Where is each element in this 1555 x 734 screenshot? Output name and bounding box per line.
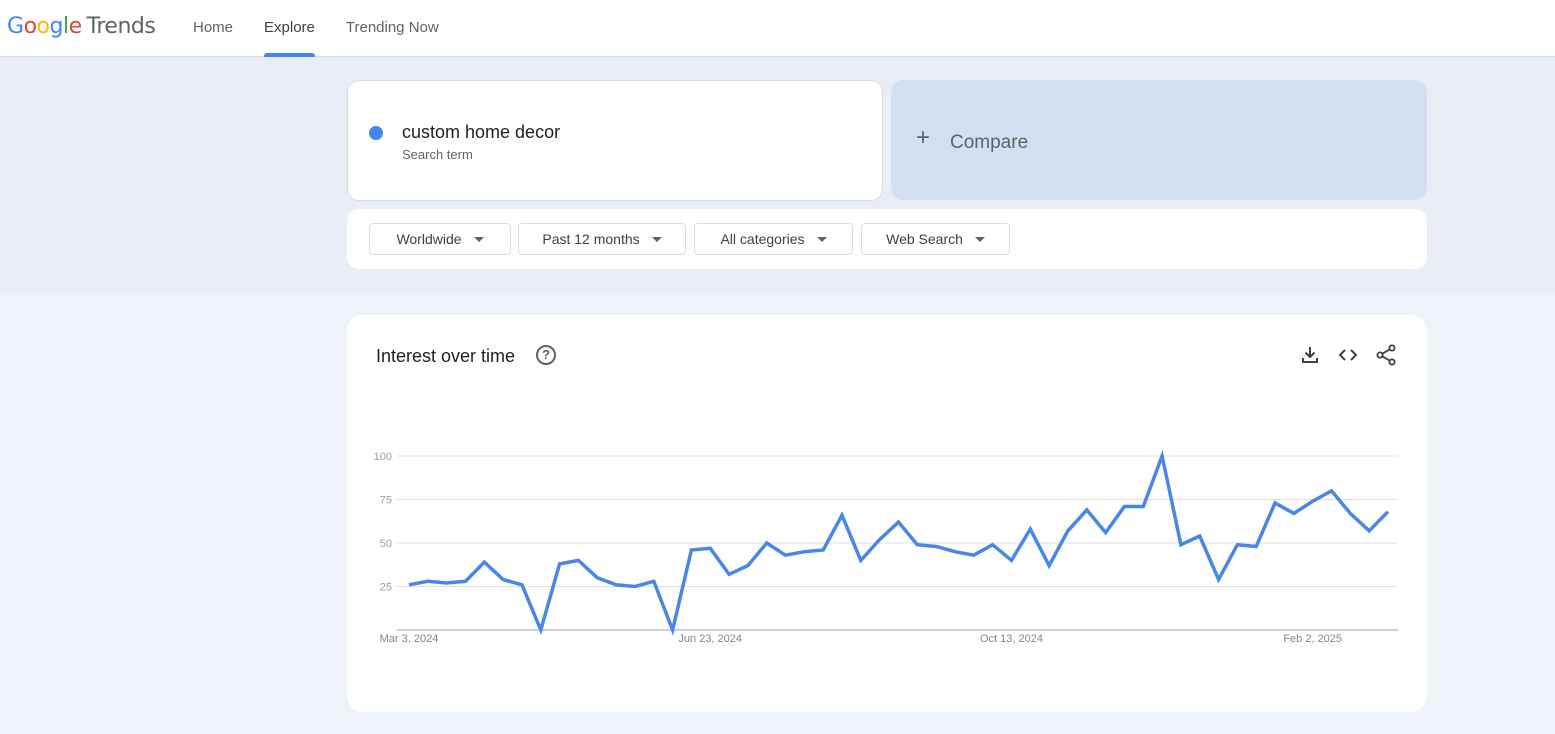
top-app-bar: Google Trends Home Explore Trending Now bbox=[0, 0, 1555, 57]
dropdown-arrow-icon bbox=[651, 236, 662, 242]
dropdown-arrow-icon bbox=[974, 236, 985, 242]
x-tick-label: Jun 23, 2024 bbox=[678, 633, 742, 645]
search-term-card[interactable]: custom home decor Search term bbox=[347, 80, 883, 201]
add-icon: + bbox=[916, 124, 931, 151]
term-color-dot bbox=[369, 126, 383, 140]
region-dropdown-label: Worldwide bbox=[396, 231, 462, 247]
region-dropdown[interactable]: Worldwide bbox=[369, 223, 511, 255]
search-type-dropdown[interactable]: Web Search bbox=[861, 223, 1010, 255]
x-tick-label: Feb 2, 2025 bbox=[1283, 633, 1342, 645]
nav-trending-now[interactable]: Trending Now bbox=[346, 0, 439, 57]
search-term-type: Search term bbox=[402, 147, 473, 162]
y-tick-label: 25 bbox=[380, 582, 392, 594]
y-tick-label: 50 bbox=[380, 538, 392, 550]
y-tick-label: 100 bbox=[374, 451, 392, 463]
nav-home[interactable]: Home bbox=[193, 0, 233, 57]
compare-button[interactable]: + Compare bbox=[891, 80, 1427, 200]
nav-explore[interactable]: Explore bbox=[264, 0, 315, 57]
logo-letter: o bbox=[23, 14, 37, 39]
search-term-name[interactable]: custom home decor bbox=[402, 122, 560, 143]
search-type-dropdown-label: Web Search bbox=[886, 231, 963, 247]
dropdown-arrow-icon bbox=[816, 236, 827, 242]
category-dropdown-label: All categories bbox=[720, 231, 805, 247]
dropdown-arrow-icon bbox=[473, 236, 484, 242]
logo-letter: g bbox=[49, 14, 64, 39]
interest-over-time-card: Interest over time ? 25 50 75 100 Mar 3, 202… bbox=[347, 315, 1427, 712]
logo-trends-word: Trends bbox=[86, 14, 156, 39]
interest-line-chart: 25 50 75 100 Mar 3, 2024 Jun 23, 2024 Oct 13, … bbox=[374, 449, 1398, 645]
google-trends-logo[interactable]: Google Trends bbox=[7, 14, 156, 39]
x-tick-label: Mar 3, 2024 bbox=[380, 633, 439, 645]
logo-letter: G bbox=[7, 14, 24, 39]
time-range-dropdown[interactable]: Past 12 months bbox=[518, 223, 686, 255]
category-dropdown[interactable]: All categories bbox=[694, 223, 853, 255]
compare-label: Compare bbox=[950, 132, 1029, 153]
filter-bar: Worldwide Past 12 months All categories … bbox=[347, 209, 1427, 269]
time-range-dropdown-label: Past 12 months bbox=[542, 231, 640, 247]
logo-letter: o bbox=[36, 14, 50, 39]
y-tick-label: 75 bbox=[380, 495, 392, 507]
x-tick-label: Oct 13, 2024 bbox=[980, 633, 1043, 645]
logo-letter: e bbox=[68, 14, 83, 39]
main-nav: Home Explore Trending Now bbox=[193, 0, 470, 57]
